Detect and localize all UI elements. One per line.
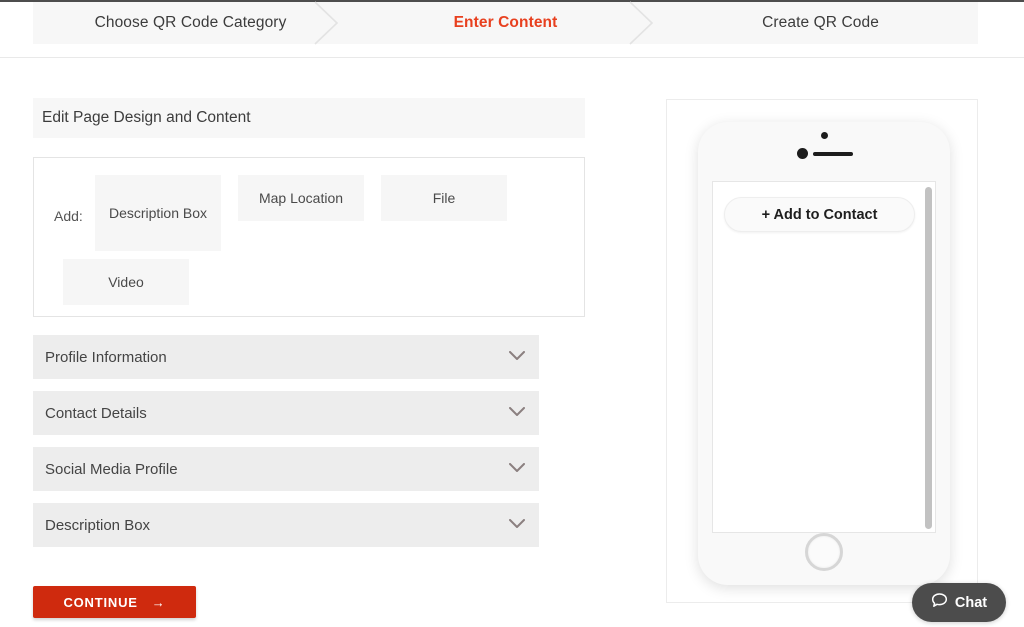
chat-widget-label: Chat	[954, 594, 988, 611]
page-title: Edit Page Design and Content	[33, 98, 585, 138]
stepper-step-label: Create QR Code	[762, 14, 879, 31]
arrow-right-icon: →	[151, 594, 166, 610]
accordion-label: Profile Information	[45, 348, 167, 366]
continue-button[interactable]: CONTINUE →	[33, 586, 196, 618]
chevron-down-icon[interactable]	[509, 404, 525, 422]
chevron-down-icon[interactable]	[509, 460, 525, 478]
chevron-separator-icon	[629, 1, 664, 45]
add-map-location-button[interactable]: Map Location	[238, 175, 364, 221]
phone-speaker-icon	[813, 151, 853, 156]
accordion-profile-information[interactable]: Profile Information	[33, 335, 539, 379]
add-description-box-button[interactable]: Description Box	[95, 175, 221, 251]
add-button-label: Description Box	[108, 204, 208, 221]
chevron-down-icon[interactable]	[509, 516, 525, 534]
phone-sensor-icon	[797, 148, 808, 159]
add-button-label: Video	[108, 273, 144, 290]
page-title-text: Edit Page Design and Content	[42, 109, 251, 126]
add-file-button[interactable]: File	[381, 175, 507, 221]
phone-speaker-group	[797, 148, 853, 159]
add-label: Add:	[54, 208, 83, 224]
preview-scrollbar-thumb[interactable]	[925, 187, 932, 529]
chevron-down-icon[interactable]	[509, 348, 525, 366]
stepper-step-label: Enter Content	[453, 14, 558, 31]
accordion-description-box[interactable]: Description Box	[33, 503, 539, 547]
add-to-contact-label: + Add to Contact	[761, 206, 878, 223]
phone-home-button	[805, 533, 843, 571]
add-button-label: File	[432, 189, 456, 206]
stepper-step-label: Choose QR Code Category	[94, 14, 287, 31]
add-video-button[interactable]: Video	[63, 259, 189, 305]
continue-button-label: CONTINUE	[63, 594, 138, 610]
accordion-label: Social Media Profile	[45, 460, 178, 478]
chat-widget-button[interactable]: Chat	[912, 583, 1006, 622]
chat-bubble-icon	[931, 592, 948, 613]
add-content-panel: Add: Description Box Map Location File V…	[33, 157, 585, 317]
stepper-end-arrow-icon	[945, 2, 979, 44]
accordion-contact-details[interactable]: Contact Details	[33, 391, 539, 435]
phone-screen: + Add to Contact	[712, 181, 936, 533]
stepper-step-create-qr-code[interactable]: Create QR Code	[663, 2, 978, 44]
accordion-label: Description Box	[45, 516, 151, 534]
chevron-separator-icon	[314, 1, 349, 45]
accordion-social-media-profile[interactable]: Social Media Profile	[33, 447, 539, 491]
preview-scrollbar[interactable]	[922, 182, 935, 532]
stepper-step-enter-content[interactable]: Enter Content	[348, 1, 664, 45]
add-to-contact-button[interactable]: + Add to Contact	[724, 197, 915, 232]
preview-panel: + Add to Contact	[666, 99, 978, 603]
phone-camera-icon	[820, 132, 828, 139]
header-divider	[0, 57, 1024, 58]
phone-mockup: + Add to Contact	[698, 122, 950, 585]
breadcrumb-stepper: Choose QR Code Category Enter Content Cr…	[33, 1, 978, 45]
accordion-label: Contact Details	[45, 404, 147, 422]
stepper-step-choose-category[interactable]: Choose QR Code Category	[33, 1, 349, 45]
add-button-label: Map Location	[258, 189, 344, 206]
